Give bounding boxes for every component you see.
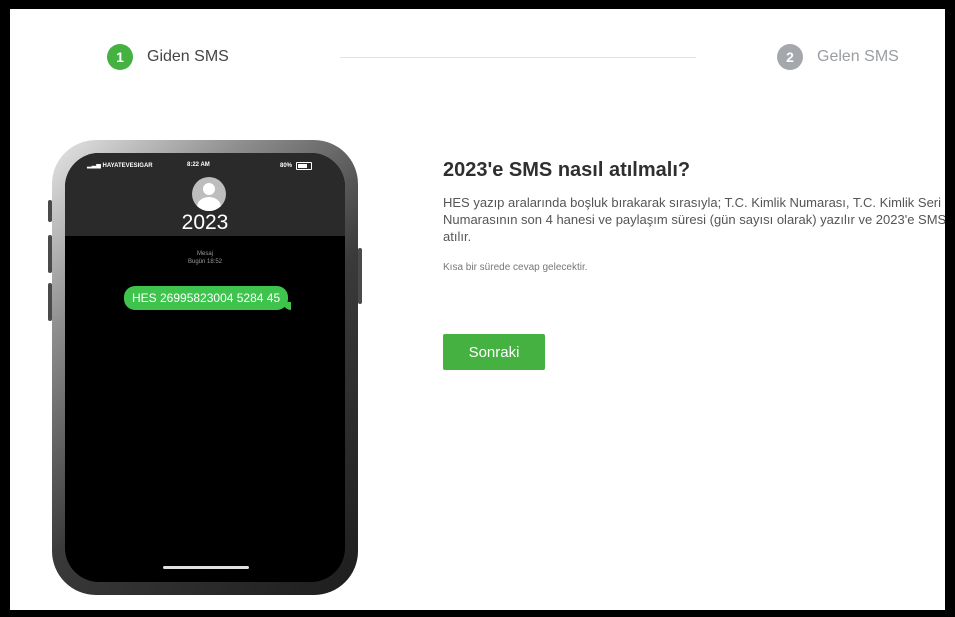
message-time: Bugün 18:52 [187, 259, 223, 265]
sms-bubble: HES 26995823004 5284 45 [124, 286, 292, 310]
step-label-gelen-sms: Gelen SMS [817, 48, 899, 65]
status-battery: 80% [280, 162, 313, 170]
step-number-2: 2 [777, 44, 803, 70]
phone-power-button [358, 248, 362, 304]
next-button[interactable]: Sonraki [443, 334, 545, 370]
instruction-title: 2023'e SMS nasıl atılmalı? [443, 159, 691, 181]
phone-volume-down [48, 283, 52, 321]
message-meta: Mesaj Bugün 18:52 [65, 250, 345, 266]
status-time: 8:22 AM [187, 162, 210, 168]
sms-header: ▂▃▅ HAYATEVESIGAR 8:22 AM 80% 2023 [65, 153, 345, 236]
carrier-name: HAYATEVESIGAR [102, 163, 153, 169]
home-indicator [163, 566, 249, 569]
battery-icon [296, 162, 313, 170]
stepper-connector [340, 57, 696, 58]
step-gelen-sms[interactable]: 2 Gelen SMS [777, 44, 899, 70]
battery-percent: 80% [280, 163, 293, 169]
main-panel: 1 Giden SMS 2 Gelen SMS ▂▃▅ HAYATEVESIGA… [10, 9, 945, 610]
phone-volume-up [48, 235, 52, 273]
instruction-text: HES yazıp aralarında boşluk bırakarak sı… [443, 195, 945, 244]
step-giden-sms[interactable]: 1 Giden SMS [107, 44, 229, 70]
step-label-giden-sms: Giden SMS [147, 48, 229, 65]
step-number-1: 1 [107, 44, 133, 70]
phone-silent-switch [48, 200, 52, 222]
phone-mockup: ▂▃▅ HAYATEVESIGAR 8:22 AM 80% 2023 Mesaj… [48, 140, 362, 595]
phone-screen: ▂▃▅ HAYATEVESIGAR 8:22 AM 80% 2023 Mesaj… [65, 153, 345, 582]
signal-icon: ▂▃▅ [87, 163, 103, 169]
status-carrier: ▂▃▅ HAYATEVESIGAR [87, 162, 153, 169]
message-label: Mesaj [196, 251, 213, 257]
contact-name: 2023 [181, 211, 229, 234]
contact-avatar-icon [192, 177, 226, 211]
response-note: Kısa bir sürede cevap gelecektir. [443, 262, 588, 273]
